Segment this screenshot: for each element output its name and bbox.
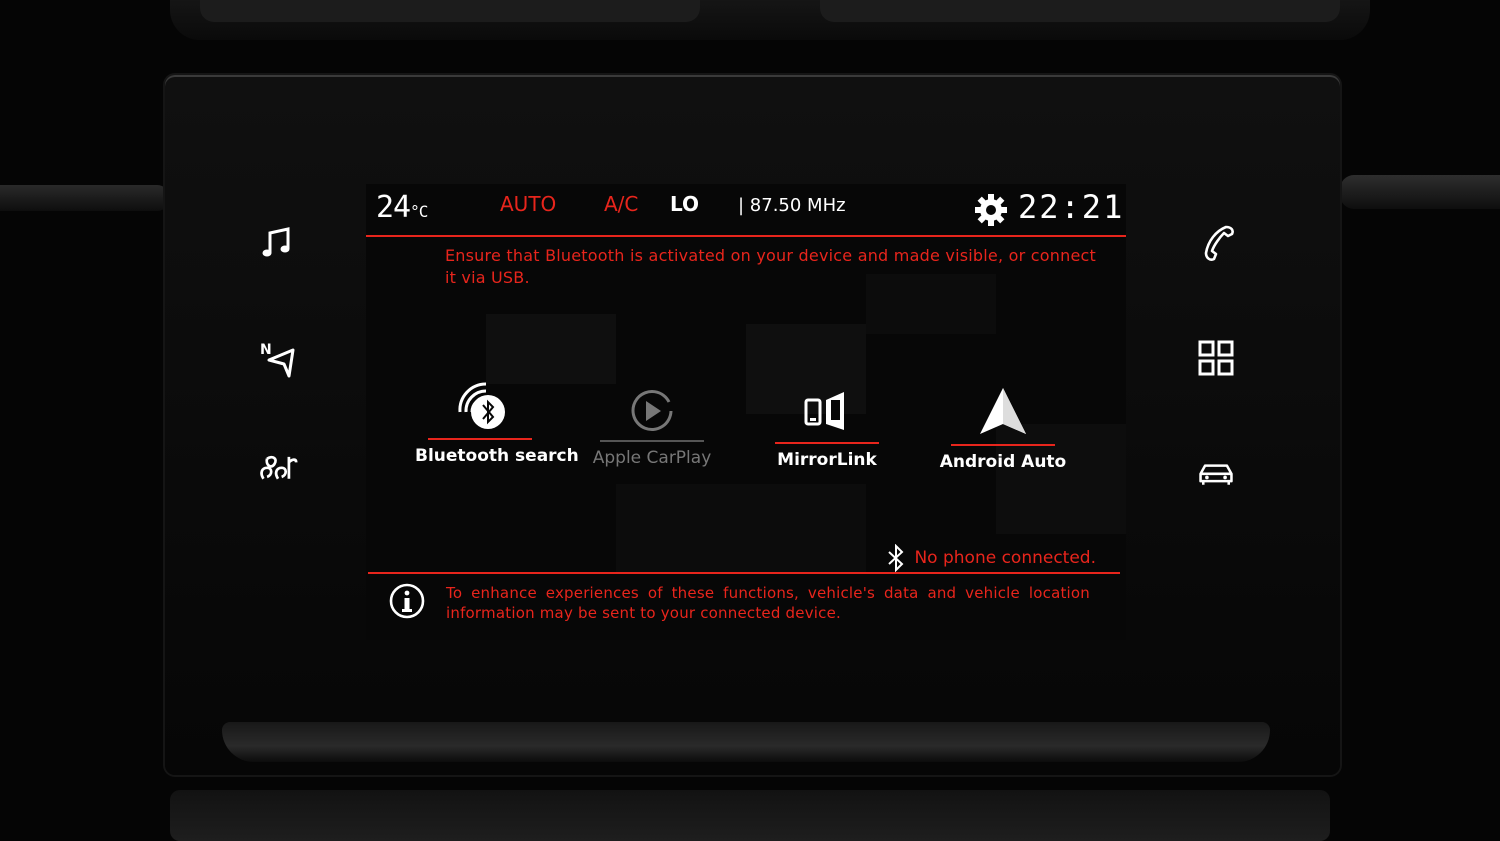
connection-status: No phone connected. (886, 544, 1096, 572)
car-icon[interactable] (1194, 450, 1238, 494)
svg-text:N: N (260, 342, 272, 358)
cabin-temperature[interactable]: 24°C (376, 190, 428, 225)
ac-status[interactable]: A/C (604, 192, 638, 216)
radio-frequency[interactable]: | 87.50 MHz (738, 195, 846, 216)
navigation-icon[interactable]: N (255, 336, 299, 380)
android-auto-icon (938, 376, 1068, 438)
climate-fan-icon[interactable] (256, 444, 300, 488)
bezel-lower-trim (222, 722, 1270, 762)
status-bar: 24°C AUTO A/C LO | 87.50 MHz 22:21 (366, 184, 1126, 236)
dashboard-lower (170, 790, 1330, 841)
infotainment-screen: 24°C AUTO A/C LO | 87.50 MHz 22:21 Ensur… (366, 184, 1126, 640)
dashboard-trim-right (1340, 175, 1500, 209)
footer-divider (368, 572, 1120, 574)
climate-mode[interactable]: AUTO (500, 192, 556, 216)
info-icon[interactable] (388, 582, 426, 620)
play-circle-icon (587, 372, 717, 434)
settings-gear-icon[interactable] (974, 193, 1008, 232)
apps-grid-icon[interactable] (1194, 336, 1238, 380)
music-note-icon[interactable] (255, 221, 299, 265)
clock: 22:21 (1018, 188, 1125, 226)
fan-speed[interactable]: LO (670, 192, 699, 216)
privacy-notice: To enhance experiences of these function… (446, 584, 1090, 622)
bluetooth-search-icon (415, 370, 545, 432)
dashboard-trim-left (0, 185, 170, 211)
bluetooth-icon (888, 544, 904, 572)
bluetooth-search-button[interactable]: Bluetooth search (415, 370, 579, 466)
mirrorlink-icon (762, 374, 892, 436)
mirrorlink-button[interactable]: MirrorLink (762, 374, 892, 470)
phone-icon[interactable] (1196, 221, 1240, 265)
dashboard-vent (170, 0, 1370, 40)
bluetooth-hint: Ensure that Bluetooth is activated on yo… (445, 246, 1096, 287)
no-phone-label: No phone connected. (914, 548, 1096, 568)
android-auto-button[interactable]: Android Auto (938, 376, 1068, 472)
apple-carplay-button[interactable]: Apple CarPlay (587, 372, 717, 468)
status-divider (366, 235, 1126, 237)
